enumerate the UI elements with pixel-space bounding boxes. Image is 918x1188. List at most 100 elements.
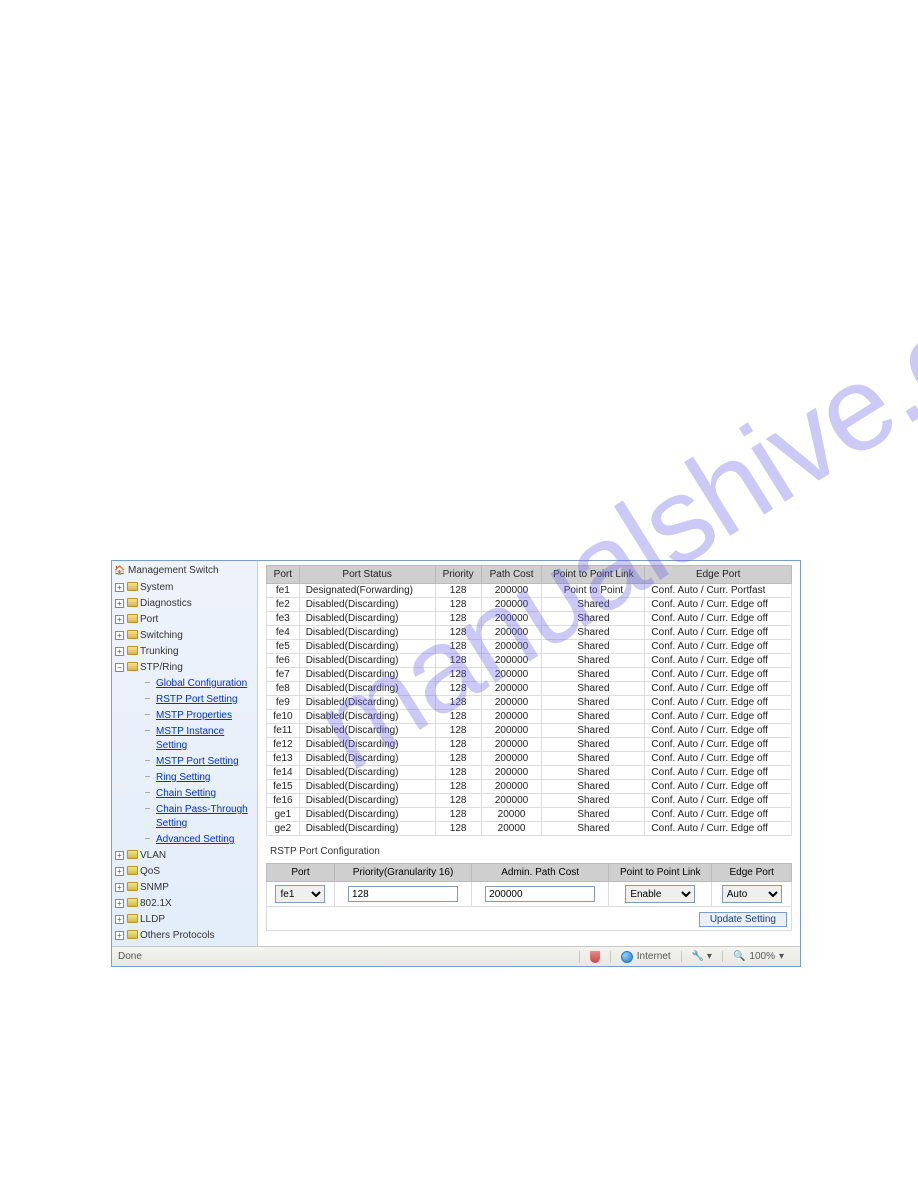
cell-status: Disabled(Discarding) bbox=[299, 780, 435, 794]
config-priority-input[interactable] bbox=[348, 886, 458, 902]
cell-priority: 128 bbox=[435, 612, 481, 626]
cell-priority: 128 bbox=[435, 668, 481, 682]
cell-port: fe7 bbox=[267, 668, 300, 682]
tree-toggle-icon[interactable]: + bbox=[115, 931, 124, 940]
tree-toggle-icon[interactable]: + bbox=[115, 647, 124, 656]
folder-icon bbox=[127, 630, 138, 639]
table-row: fe9Disabled(Discarding)128200000SharedCo… bbox=[267, 696, 792, 710]
folder-icon bbox=[127, 598, 138, 607]
cell-priority: 128 bbox=[435, 654, 481, 668]
cell-cost: 20000 bbox=[481, 822, 542, 836]
tree-toggle-icon[interactable]: + bbox=[115, 867, 124, 876]
config-header: Admin. Path Cost bbox=[472, 864, 609, 882]
cell-cost: 200000 bbox=[481, 654, 542, 668]
cell-priority: 128 bbox=[435, 822, 481, 836]
tree-link-mstp-port-setting[interactable]: MSTP Port Setting bbox=[128, 754, 257, 770]
cell-p2p: Shared bbox=[542, 640, 645, 654]
folder-icon bbox=[127, 914, 138, 923]
cell-edge: Conf. Auto / Curr. Edge off bbox=[645, 766, 792, 780]
config-header: Edge Port bbox=[712, 864, 792, 882]
cell-cost: 200000 bbox=[481, 752, 542, 766]
table-row: fe2Disabled(Discarding)128200000SharedCo… bbox=[267, 598, 792, 612]
cell-priority: 128 bbox=[435, 696, 481, 710]
cell-cost: 200000 bbox=[481, 640, 542, 654]
tree-toggle-icon[interactable]: + bbox=[115, 615, 124, 624]
cell-p2p: Shared bbox=[542, 724, 645, 738]
cell-edge: Conf. Auto / Curr. Edge off bbox=[645, 668, 792, 682]
cell-status: Disabled(Discarding) bbox=[299, 668, 435, 682]
tree-root[interactable]: Management Switch bbox=[112, 563, 257, 580]
tree-toggle-icon[interactable]: + bbox=[115, 851, 124, 860]
cell-port: fe13 bbox=[267, 752, 300, 766]
cell-edge: Conf. Auto / Curr. Edge off bbox=[645, 682, 792, 696]
tree-link-chain-pass-through-setting[interactable]: Chain Pass-Through Setting bbox=[128, 802, 257, 832]
cell-port: fe2 bbox=[267, 598, 300, 612]
tree-link-advanced-setting[interactable]: Advanced Setting bbox=[128, 832, 257, 848]
tree-toggle-icon[interactable]: + bbox=[115, 899, 124, 908]
tree-toggle-icon[interactable]: + bbox=[115, 883, 124, 892]
sidebar-item-802-1x[interactable]: +802.1X bbox=[112, 896, 257, 912]
port-table-header: Path Cost bbox=[481, 566, 542, 584]
cell-edge: Conf. Auto / Curr. Edge off bbox=[645, 738, 792, 752]
cell-cost: 200000 bbox=[481, 612, 542, 626]
status-mode[interactable]: 🔧 ▾ bbox=[681, 951, 722, 962]
cell-cost: 200000 bbox=[481, 738, 542, 752]
config-table: PortPriority(Granularity 16)Admin. Path … bbox=[266, 863, 792, 931]
globe-icon bbox=[621, 951, 633, 963]
sidebar-item-switching[interactable]: +Switching bbox=[112, 628, 257, 644]
cell-status: Designated(Forwarding) bbox=[299, 584, 435, 598]
sidebar-item-lldp[interactable]: +LLDP bbox=[112, 912, 257, 928]
cell-port: fe12 bbox=[267, 738, 300, 752]
app-window: Management Switch +System+Diagnostics+Po… bbox=[111, 560, 801, 967]
sidebar-item-snmp[interactable]: +SNMP bbox=[112, 880, 257, 896]
cell-cost: 200000 bbox=[481, 584, 542, 598]
tree-toggle-icon[interactable]: − bbox=[115, 663, 124, 672]
sidebar: Management Switch +System+Diagnostics+Po… bbox=[112, 561, 258, 946]
tree-toggle-icon[interactable]: + bbox=[115, 583, 124, 592]
sidebar-item-qos[interactable]: +QoS bbox=[112, 864, 257, 880]
cell-port: fe15 bbox=[267, 780, 300, 794]
cell-priority: 128 bbox=[435, 738, 481, 752]
status-zoom[interactable]: 🔍 100% ▾ bbox=[722, 951, 794, 962]
update-setting-button[interactable]: Update Setting bbox=[699, 912, 787, 927]
tree-link-mstp-properties[interactable]: MSTP Properties bbox=[128, 708, 257, 724]
config-port-select[interactable]: fe1 bbox=[275, 885, 325, 903]
port-table-header: Priority bbox=[435, 566, 481, 584]
cell-edge: Conf. Auto / Curr. Edge off bbox=[645, 640, 792, 654]
cell-p2p: Shared bbox=[542, 696, 645, 710]
cell-port: fe1 bbox=[267, 584, 300, 598]
tree-link-rstp-port-setting[interactable]: RSTP Port Setting bbox=[128, 692, 257, 708]
config-header: Port bbox=[267, 864, 335, 882]
cell-port: fe6 bbox=[267, 654, 300, 668]
sidebar-item-system[interactable]: +System bbox=[112, 580, 257, 596]
config-p2p-select[interactable]: Enable bbox=[625, 885, 695, 903]
sidebar-item-diagnostics[interactable]: +Diagnostics bbox=[112, 596, 257, 612]
tree-toggle-icon[interactable]: + bbox=[115, 599, 124, 608]
tree-toggle-icon[interactable]: + bbox=[115, 631, 124, 640]
sidebar-item-label: Others Protocols bbox=[140, 930, 214, 941]
folder-icon bbox=[127, 898, 138, 907]
cell-port: ge1 bbox=[267, 808, 300, 822]
sidebar-item-others-protocols[interactable]: + Others Protocols bbox=[112, 928, 257, 944]
sidebar-item-trunking[interactable]: +Trunking bbox=[112, 644, 257, 660]
folder-icon bbox=[127, 882, 138, 891]
statusbar: Done Internet 🔧 ▾ 🔍 100% ▾ bbox=[112, 946, 800, 966]
sidebar-item-stp-ring[interactable]: −STP/Ring bbox=[112, 660, 257, 676]
folder-icon bbox=[127, 662, 138, 671]
cell-priority: 128 bbox=[435, 710, 481, 724]
port-table-header: Port bbox=[267, 566, 300, 584]
tree-link-ring-setting[interactable]: Ring Setting bbox=[128, 770, 257, 786]
config-cost-input[interactable] bbox=[485, 886, 595, 902]
tree-toggle-icon[interactable]: + bbox=[115, 915, 124, 924]
folder-icon bbox=[127, 582, 138, 591]
sidebar-item-label: VLAN bbox=[140, 850, 166, 861]
sidebar-item-vlan[interactable]: + VLAN bbox=[112, 848, 257, 864]
config-edge-select[interactable]: Auto bbox=[722, 885, 782, 903]
tree-link-mstp-instance-setting[interactable]: MSTP Instance Setting bbox=[128, 724, 257, 754]
cell-priority: 128 bbox=[435, 752, 481, 766]
cell-status: Disabled(Discarding) bbox=[299, 752, 435, 766]
port-table-header: Port Status bbox=[299, 566, 435, 584]
tree-link-chain-setting[interactable]: Chain Setting bbox=[128, 786, 257, 802]
sidebar-item-port[interactable]: +Port bbox=[112, 612, 257, 628]
tree-link-global-configuration[interactable]: Global Configuration bbox=[128, 676, 257, 692]
